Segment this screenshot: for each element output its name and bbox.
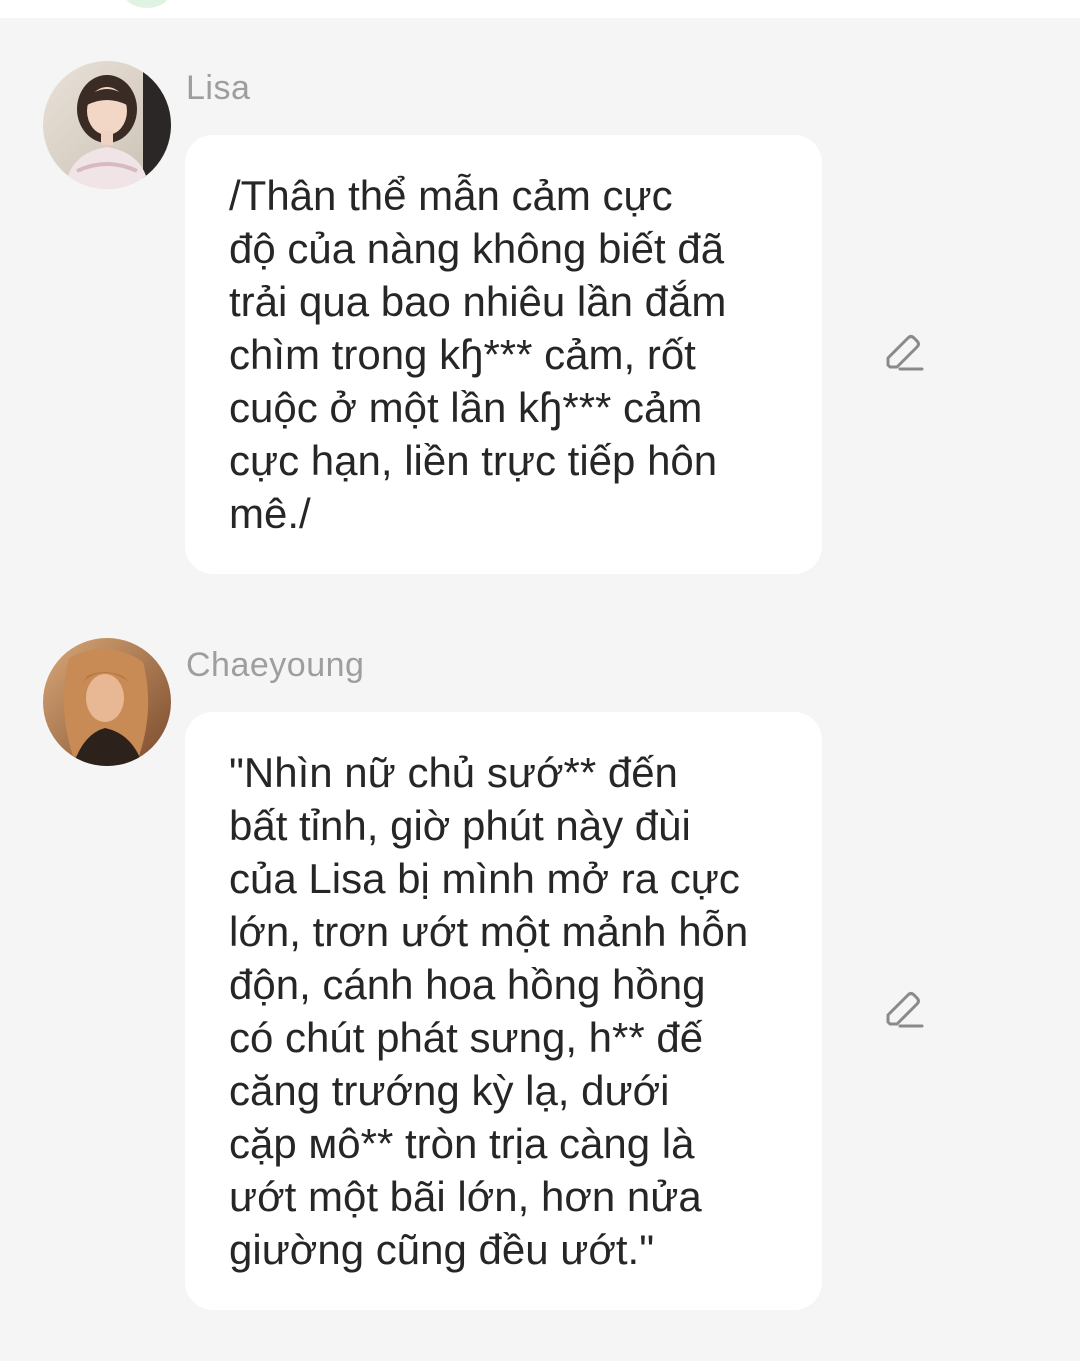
sender-name: Chaeyoung <box>186 646 365 684</box>
lisa-avatar-image <box>43 61 171 189</box>
message-text: /Thân thể mẫn cảm cực độ của nàng không … <box>229 172 727 537</box>
message-text: "Nhìn nữ chủ sướ** đến bất tỉnh, giờ phú… <box>229 749 749 1273</box>
top-bar <box>0 0 1080 18</box>
message-bubble[interactable]: /Thân thể mẫn cảm cực độ của nàng không … <box>185 135 822 574</box>
top-indicator <box>124 0 170 8</box>
message-bubble[interactable]: "Nhìn nữ chủ sướ** đến bất tỉnh, giờ phú… <box>185 712 822 1310</box>
edit-button[interactable] <box>880 988 926 1034</box>
sender-name: Lisa <box>186 69 251 107</box>
pencil-edit-icon <box>886 992 924 1028</box>
lisa-avatar[interactable] <box>43 61 171 189</box>
pencil-edit-icon <box>886 335 924 371</box>
edit-button[interactable] <box>880 331 926 377</box>
chaeyoung-avatar-image <box>43 638 171 766</box>
chaeyoung-avatar[interactable] <box>43 638 171 766</box>
